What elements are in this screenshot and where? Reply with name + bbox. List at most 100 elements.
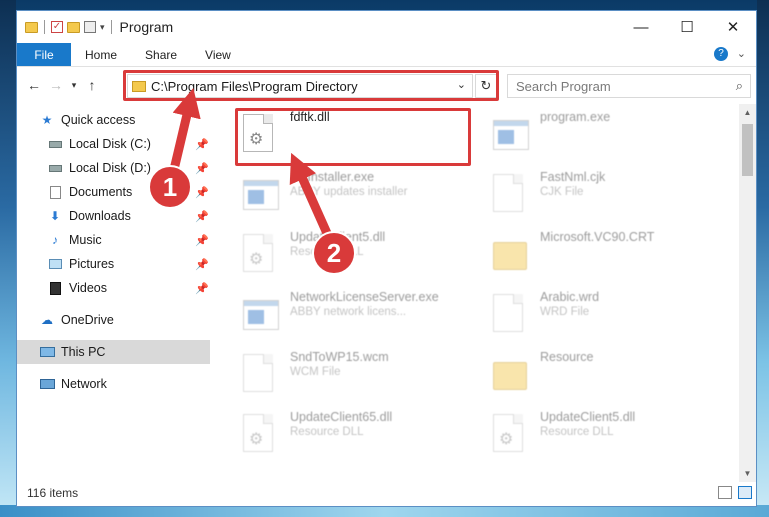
sidebar-item-local-disk-c[interactable]: Local Disk (C:) 📌 <box>17 132 210 156</box>
up-arrow-icon[interactable]: ↑ <box>81 74 103 96</box>
sidebar-item-label: Local Disk (C:) <box>69 137 151 151</box>
file-item[interactable]: FastNml.cjk CJK File <box>485 166 725 226</box>
file-name: SndToWP15.wcm <box>290 350 389 364</box>
minimize-button[interactable]: — <box>618 11 664 43</box>
file-description: Resource DLL <box>540 426 614 438</box>
sidebar-item-label: Quick access <box>61 113 136 127</box>
search-box[interactable]: Search Program ⌕ <box>507 74 751 98</box>
documents-icon <box>47 185 63 199</box>
tiles-view-icon[interactable] <box>738 486 752 499</box>
recent-locations-icon[interactable]: ▾ <box>67 74 81 96</box>
desktop-background-right <box>757 0 769 517</box>
dll-file-icon: ⚙ <box>243 414 279 456</box>
properties-check-icon[interactable]: ✓ <box>51 21 63 33</box>
sidebar-item-documents[interactable]: Documents 📌 <box>17 180 210 204</box>
file-name: Resource <box>540 350 594 364</box>
application-icon <box>493 114 529 156</box>
sidebar-item-onedrive[interactable]: ☁ OneDrive <box>17 308 210 332</box>
pin-icon[interactable]: 📌 <box>195 162 209 175</box>
sidebar-item-label: Videos <box>69 281 107 295</box>
file-item[interactable]: Microsoft.VC90.CRT <box>485 226 725 286</box>
file-description: WCM File <box>290 366 341 378</box>
sidebar-item-videos[interactable]: Videos 📌 <box>17 276 210 300</box>
maximize-button[interactable]: ☐ <box>664 11 710 43</box>
file-item[interactable]: ⚙ UpdateClient65.dll Resource DLL <box>235 406 475 466</box>
file-item[interactable]: NetworkLicenseServer.exe ABBY network li… <box>235 286 475 346</box>
folder-icon[interactable] <box>25 21 38 33</box>
pin-icon[interactable]: 📌 <box>195 258 209 271</box>
tab-share[interactable]: Share <box>131 43 191 66</box>
navigation-pane: ★ Quick access Local Disk (C:) 📌 Local D… <box>17 104 210 484</box>
pin-icon[interactable]: 📌 <box>195 186 209 199</box>
new-folder-icon[interactable] <box>67 21 80 33</box>
network-icon <box>39 377 55 391</box>
vertical-scrollbar[interactable]: ▲ ▼ <box>739 104 756 482</box>
sidebar-item-pictures[interactable]: Pictures 📌 <box>17 252 210 276</box>
sidebar-item-label: Downloads <box>69 209 131 223</box>
pin-icon[interactable]: 📌 <box>195 234 209 247</box>
search-input[interactable]: Search Program <box>516 79 611 94</box>
customize-icon[interactable] <box>84 21 96 33</box>
close-button[interactable]: ✕ <box>710 11 756 43</box>
music-icon: ♪ <box>52 233 58 247</box>
file-item[interactable]: program.exe <box>485 106 725 166</box>
dll-file-icon: ⚙ <box>493 414 529 456</box>
file-description: CJK File <box>540 186 584 198</box>
forward-arrow-icon[interactable]: → <box>45 74 67 96</box>
file-name: UpdateClient5.dll <box>540 410 636 424</box>
exe-file-icon <box>243 294 279 336</box>
file-item[interactable]: ⚙ UpdateClient5.dll Resource DLL <box>485 406 725 466</box>
folder-icon <box>493 354 529 396</box>
details-view-icon[interactable] <box>718 486 732 499</box>
file-item[interactable]: ateInstaller.exe ABBY updates installer <box>235 166 475 226</box>
sidebar-item-label: Network <box>61 377 107 391</box>
file-description: Resource DLL <box>290 426 364 438</box>
window-controls: — ☐ ✕ <box>618 11 756 43</box>
file-description: Resource DLL <box>290 246 364 258</box>
document-icon <box>243 354 279 396</box>
scroll-up-icon[interactable]: ▲ <box>739 104 756 121</box>
ribbon-tabs: File Home Share View ⌄ ? <box>17 43 756 67</box>
file-item[interactable]: Resource <box>485 346 725 406</box>
file-description: WRD File <box>540 306 590 318</box>
videos-icon <box>47 281 63 295</box>
file-name: program.exe <box>540 110 611 124</box>
pin-icon[interactable]: 📌 <box>195 138 209 151</box>
tab-view[interactable]: View <box>191 43 245 66</box>
tab-file[interactable]: File <box>17 43 71 66</box>
toolbar-divider <box>110 20 112 34</box>
sidebar-item-this-pc[interactable]: This PC <box>17 340 210 364</box>
file-item[interactable]: Arabic.wrd WRD File <box>485 286 725 346</box>
file-name: Arabic.wrd <box>540 290 600 304</box>
view-switcher <box>718 486 752 499</box>
chevron-down-icon[interactable]: ▾ <box>100 22 105 33</box>
sidebar-item-network[interactable]: Network <box>17 372 210 396</box>
expand-ribbon-icon[interactable]: ⌄ <box>737 47 746 60</box>
document-icon <box>493 174 529 216</box>
sidebar-item-label: Pictures <box>69 257 115 271</box>
file-item[interactable]: SndToWP15.wcm WCM File <box>235 346 475 406</box>
pin-icon[interactable]: 📌 <box>195 210 209 223</box>
back-arrow-icon[interactable]: ← <box>23 74 45 96</box>
file-name: UpdateClient5.dll <box>290 230 386 244</box>
search-icon[interactable]: ⌕ <box>736 78 743 94</box>
drive-icon <box>47 137 63 151</box>
download-icon: ⬇ <box>49 209 61 223</box>
tab-home[interactable]: Home <box>71 43 131 66</box>
document-icon <box>493 294 529 336</box>
file-item[interactable]: ⚙ UpdateClient5.dll Resource DLL <box>235 226 475 286</box>
star-icon: ★ <box>41 113 53 127</box>
pin-icon[interactable]: 📌 <box>195 282 209 295</box>
sidebar-item-quick-access[interactable]: ★ Quick access <box>17 108 210 132</box>
help-icon[interactable]: ? <box>714 47 728 61</box>
file-name: Microsoft.VC90.CRT <box>540 230 655 244</box>
sidebar-item-label: Local Disk (D:) <box>69 161 151 175</box>
annotation-highlight-address <box>123 70 499 101</box>
sidebar-item-local-disk-d[interactable]: Local Disk (D:) 📌 <box>17 156 210 180</box>
desktop-background-left <box>0 0 16 517</box>
scroll-thumb[interactable] <box>742 124 753 176</box>
sidebar-item-downloads[interactable]: ⬇ Downloads 📌 <box>17 204 210 228</box>
quick-access-toolbar: ✓ ▾ <box>17 20 114 34</box>
sidebar-item-music[interactable]: ♪ Music 📌 <box>17 228 210 252</box>
navigation-bar: ← → ▾ ↑ C:\Program Files\Program Directo… <box>17 67 756 103</box>
